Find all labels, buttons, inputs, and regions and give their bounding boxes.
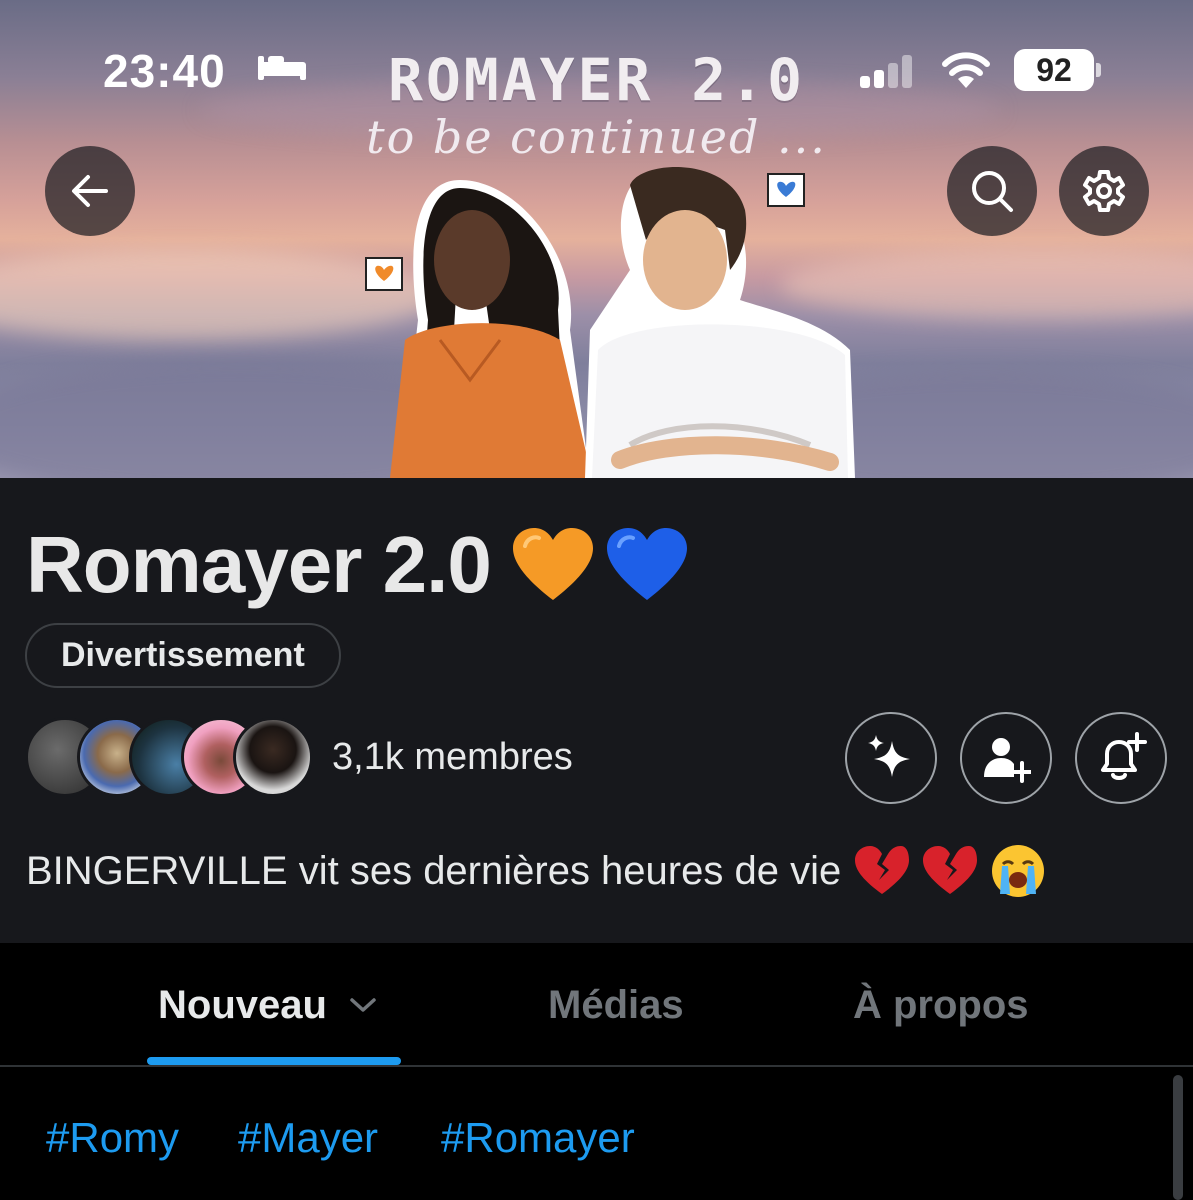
wifi-icon: [942, 52, 990, 88]
chevron-down-icon: [350, 998, 376, 1012]
add-user-icon: [984, 738, 1031, 783]
status-time: 23:40: [103, 45, 226, 97]
tab-medias[interactable]: Médias: [548, 943, 684, 1067]
cellular-signal-icon: [860, 54, 920, 88]
invite-member-button[interactable]: [960, 712, 1052, 804]
loudly-crying-face-icon: [992, 845, 1045, 897]
community-title-row: Romayer 2.0: [26, 520, 687, 610]
hashtag-link[interactable]: #Mayer: [238, 1114, 378, 1162]
battery-indicator: 92: [1014, 49, 1094, 91]
settings-button[interactable]: [1059, 146, 1149, 236]
tab-label: À propos: [853, 982, 1029, 1027]
gear-icon: [1083, 170, 1125, 212]
tab-a-propos[interactable]: À propos: [853, 943, 1029, 1067]
arrow-left-icon: [72, 175, 108, 207]
community-name: Romayer 2.0: [26, 520, 492, 609]
hashtag-link[interactable]: #Romy: [46, 1114, 179, 1162]
notifications-button[interactable]: [1075, 712, 1167, 804]
orange-heart-icon: [512, 528, 593, 600]
search-button[interactable]: [947, 146, 1037, 236]
avatar: [233, 717, 313, 797]
member-avatars[interactable]: [25, 717, 315, 797]
scrollbar[interactable]: [1173, 1075, 1183, 1200]
active-tab-indicator: [147, 1057, 401, 1065]
broken-heart-icon: [923, 846, 978, 894]
hashtag-link[interactable]: #Romayer: [441, 1114, 635, 1162]
bell-plus-icon: [1101, 732, 1147, 780]
category-chip[interactable]: Divertissement: [25, 623, 341, 688]
description-text: BINGERVILLE vit ses dernières heures de …: [26, 848, 842, 893]
couple-illustration: [365, 167, 855, 478]
community-description: BINGERVILLE vit ses dernières heures de …: [26, 842, 1045, 900]
blue-heart-icon: [606, 528, 687, 600]
grok-summary-button[interactable]: [845, 712, 937, 804]
tab-label: Médias: [548, 982, 684, 1027]
members-count[interactable]: 3,1k membres: [332, 736, 573, 779]
sleep-focus-icon: [258, 56, 306, 80]
search-icon: [972, 171, 1013, 212]
tab-label: Nouveau: [158, 982, 327, 1027]
battery-tip: [1096, 63, 1101, 77]
sparkle-icon: [868, 735, 910, 777]
back-button[interactable]: [45, 146, 135, 236]
broken-heart-icon: [855, 846, 910, 894]
community-banner: ROMAYER 2.0 to be continued ... 23:40 92: [0, 0, 1193, 478]
tab-nouveau[interactable]: Nouveau: [158, 943, 377, 1067]
